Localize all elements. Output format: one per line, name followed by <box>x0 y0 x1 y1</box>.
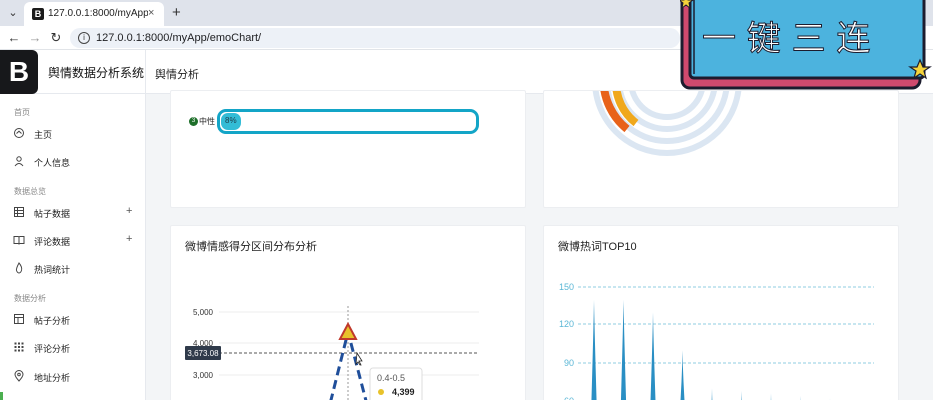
book-icon <box>13 236 25 245</box>
sentiment-progress-card: 3 中性 8% <box>170 90 526 208</box>
sidebar-group-data-overview: 数据总览 <box>14 187 46 196</box>
sidebar-item-post-analysis[interactable]: 帖子分析 <box>0 309 146 331</box>
flame-icon <box>15 262 23 274</box>
sidebar-group-data-analysis: 数据分析 <box>14 294 46 303</box>
mouse-cursor-icon <box>355 351 363 366</box>
expand-plus-icon[interactable]: + <box>126 233 132 245</box>
tab-title: 127.0.0.1:8000/myApp/emoC <box>48 8 148 19</box>
grid-icon <box>14 342 24 352</box>
tab-list-chevron-icon[interactable]: ⌄ <box>6 6 20 20</box>
score-distribution-chart: 5,000 4,000 3,000 3,673.08 0.4-0.5 4,399 <box>185 306 479 400</box>
main-content: 3 中性 8% 微博情感得分区间分布分析 5,000 4,000 3,000 3… <box>146 90 933 400</box>
sidebar-item-address-analysis[interactable]: 地址分析 <box>0 366 146 388</box>
sidebar-item-label: 个人信息 <box>34 158 71 168</box>
header-divider <box>145 50 146 94</box>
neutral-progress-bar: 8% <box>217 109 479 134</box>
hotword-bar <box>620 299 627 400</box>
neutral-label: 中性 <box>199 117 215 126</box>
sentiment-ring-card <box>543 90 899 208</box>
sidebar-item-label: 评论分析 <box>34 344 71 354</box>
hotword-bar <box>591 299 597 400</box>
brand-logo[interactable]: B <box>0 50 38 94</box>
sentiment-ring-chart <box>592 91 742 156</box>
neutral-progress-text: 8% <box>225 116 237 125</box>
sidebar-item-profile[interactable]: 个人信息 <box>0 151 146 173</box>
hotword-top10-card: 微博热词TOP10 150 120 90 60 <box>543 225 899 400</box>
y-tick-label: 5,000 <box>193 308 214 317</box>
score-distribution-card: 微博情感得分区间分布分析 5,000 4,000 3,000 3,673.08 … <box>170 225 526 400</box>
sticker-frame: 一 键 三 连 <box>678 0 932 90</box>
sidebar-item-hotwords[interactable]: 热词统计 <box>0 258 146 280</box>
hotword-bar <box>770 393 772 400</box>
layout-icon <box>14 314 24 324</box>
tooltip-series-dot <box>378 389 384 395</box>
sidebar-item-label: 地址分析 <box>34 373 71 383</box>
ring-track-inner <box>629 91 705 120</box>
new-tab-button[interactable]: + <box>172 4 181 21</box>
sticker-text: 一 键 三 连 <box>702 19 870 59</box>
home-icon <box>14 128 24 138</box>
sidebar-item-label: 热词统计 <box>34 265 71 275</box>
user-icon <box>14 156 24 167</box>
sidebar-item-comment-analysis[interactable]: 评论分析 <box>0 337 146 359</box>
y-tick-label: 60 <box>564 396 574 400</box>
triple-action-sticker: 一 键 三 连 <box>678 0 933 90</box>
y-tick-label: 3,000 <box>193 371 214 380</box>
neutral-rank-badge: 3 <box>189 117 198 126</box>
sidebar-group-home: 首页 <box>14 108 30 117</box>
sidebar-item-comment-data[interactable]: 评论数据 + <box>0 230 146 252</box>
hotword-bar <box>800 395 801 400</box>
sidebar-item-label: 主页 <box>34 130 53 140</box>
reload-icon[interactable]: ↻ <box>48 30 64 46</box>
tooltip-value: 4,399 <box>392 387 415 397</box>
hotword-bar <box>680 350 685 400</box>
table-icon <box>14 207 24 217</box>
sidebar-item-label: 评论数据 <box>34 237 71 247</box>
page-title: 舆情分析 <box>155 69 199 81</box>
back-arrow-icon[interactable]: ← <box>6 30 22 45</box>
map-pin-icon <box>14 370 24 382</box>
expand-plus-icon[interactable]: + <box>126 205 132 217</box>
crosshair-value-label: 3,673.08 <box>187 349 219 358</box>
sidebar-active-indicator <box>0 392 3 400</box>
hotword-bars <box>591 299 860 400</box>
tooltip-range: 0.4-0.5 <box>377 373 405 383</box>
sidebar-item-home[interactable]: 主页 <box>0 123 146 145</box>
y-tick-label: 90 <box>564 358 574 368</box>
site-info-icon[interactable]: i <box>78 32 90 44</box>
sidebar-item-post-data[interactable]: 帖子数据 + <box>0 202 146 224</box>
browser-tab[interactable]: B 127.0.0.1:8000/myApp/emoC × <box>24 2 164 26</box>
hotword-bar <box>711 388 713 400</box>
sidebar-item-label: 帖子数据 <box>34 209 71 219</box>
y-tick-label: 120 <box>559 319 574 329</box>
score-peak-marker <box>338 321 358 340</box>
hotword-bar <box>741 390 742 400</box>
hotword-chart: 150 120 90 60 <box>559 282 874 400</box>
neutral-progress-fill: 8% <box>221 113 242 130</box>
sidebar-item-label: 帖子分析 <box>34 316 71 326</box>
hotword-bar <box>650 312 656 400</box>
sidebar: 首页 主页 个人信息 数据总览 帖子数据 + 评论数据 + 热词统计 数据分析 … <box>0 94 146 400</box>
brand-name[interactable]: 舆情数据分析系统 <box>48 64 144 81</box>
forward-arrow-icon[interactable]: → <box>27 30 43 45</box>
tab-favicon-icon: B <box>32 8 44 20</box>
y-tick-label: 150 <box>559 282 574 292</box>
url-field[interactable]: i 127.0.0.1:8000/myApp/emoChart/ <box>70 28 680 48</box>
url-text[interactable]: 127.0.0.1:8000/myApp/emoChart/ <box>96 32 261 44</box>
tab-close-icon[interactable]: × <box>148 7 154 19</box>
